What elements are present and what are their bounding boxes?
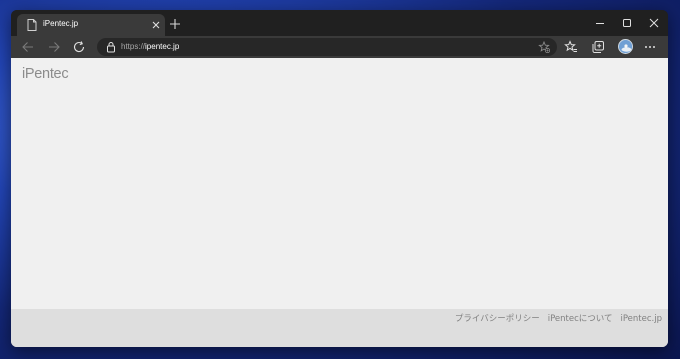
tab-ipentec[interactable]: iPentec.jp (17, 14, 165, 36)
refresh-icon[interactable] (72, 40, 86, 54)
maximize-icon[interactable] (621, 17, 633, 29)
lock-icon[interactable] (106, 41, 116, 53)
url-host: ipentec.jp (145, 42, 180, 51)
tab-bar: iPentec.jp (11, 10, 668, 36)
tab-title: iPentec.jp (43, 19, 79, 28)
url-text[interactable]: https://ipentec.jp (121, 41, 179, 53)
address-bar[interactable]: https://ipentec.jp (97, 38, 557, 56)
window-close-icon[interactable] (648, 17, 660, 29)
collections-icon[interactable] (591, 40, 605, 54)
logo-text: iPentec (22, 66, 68, 82)
forward-arrow-icon[interactable] (47, 40, 61, 54)
more-icon[interactable] (643, 40, 657, 54)
profile-image (619, 40, 632, 53)
page-icon (27, 19, 37, 31)
footer-link-home[interactable]: iPentec.jp (621, 314, 663, 324)
footer-link-privacy[interactable]: プライバシーポリシー (455, 314, 540, 324)
back-arrow-icon[interactable] (21, 40, 35, 54)
site-logo[interactable]: iPentec (21, 64, 85, 82)
page-content: iPentec プライバシーポリシー iPentecについて iPentec.jp (11, 58, 668, 347)
url-scheme: https:// (121, 42, 146, 51)
plus-icon[interactable] (169, 18, 181, 30)
star-add-icon[interactable] (538, 41, 550, 53)
footer-link-about[interactable]: iPentecについて (548, 314, 613, 324)
favorites-icon[interactable] (564, 40, 578, 54)
footer-links: プライバシーポリシー iPentecについて iPentec.jp (455, 312, 662, 324)
minimize-icon[interactable] (594, 17, 606, 29)
close-icon[interactable] (151, 20, 161, 30)
avatar[interactable] (618, 39, 633, 54)
toolbar: https://ipentec.jp (11, 36, 668, 58)
browser-window: iPentec.jp https://ipentec.jp iPentec プラ… (11, 10, 668, 347)
page-footer: プライバシーポリシー iPentecについて iPentec.jp (11, 309, 668, 347)
